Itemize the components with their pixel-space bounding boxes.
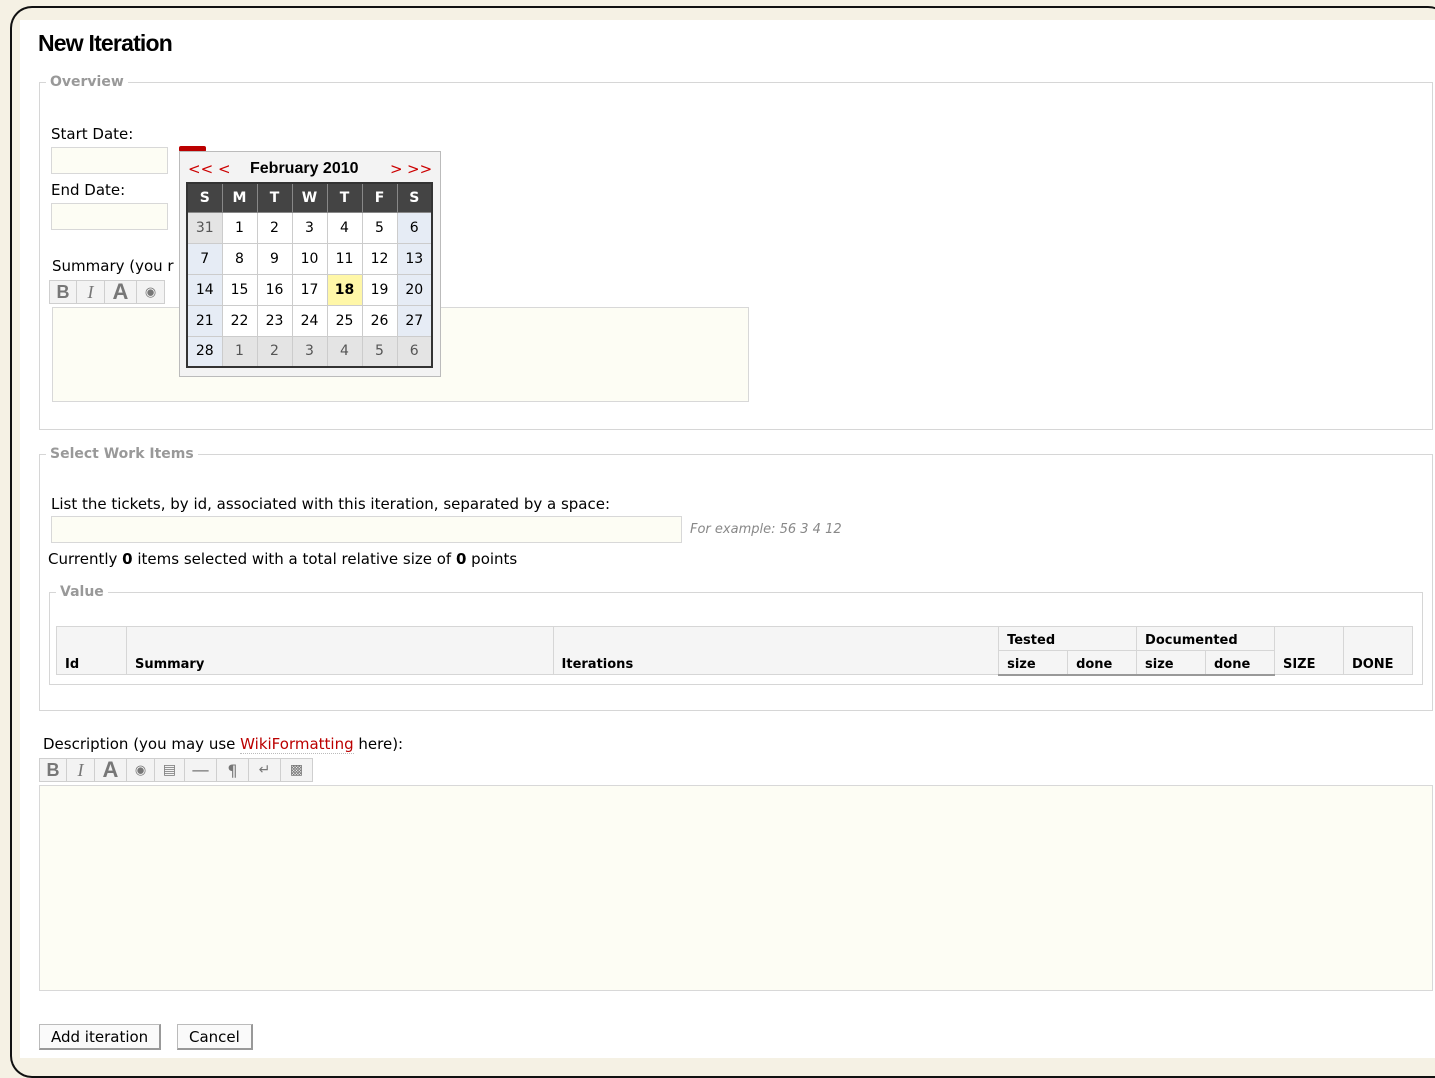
calendar-day[interactable]: 15 — [221, 273, 258, 306]
description-label: Description (you may use WikiFormatting … — [43, 735, 404, 754]
prev-year-button[interactable]: << — [188, 160, 213, 178]
calendar-day[interactable]: 2 — [256, 211, 293, 244]
weekday-header: F — [361, 182, 398, 213]
point-total: 0 — [455, 550, 467, 568]
col-done-total[interactable]: DONE — [1342, 626, 1414, 675]
tickets-input[interactable] — [51, 516, 682, 543]
calendar-day[interactable]: 12 — [361, 242, 398, 275]
calendar-day[interactable]: 11 — [326, 242, 363, 275]
calendar-day[interactable]: 23 — [256, 304, 293, 337]
calendar-day[interactable]: 9 — [256, 242, 293, 275]
work-items-table: Id Summary Iterations Tested Documented … — [56, 626, 1414, 676]
summary-label: Summary (you r — [52, 257, 174, 275]
wiki-formatting-link[interactable]: WikiFormatting — [240, 735, 354, 754]
line-break-icon[interactable]: ↵ — [249, 758, 281, 782]
weekday-header: M — [221, 182, 258, 213]
calendar-month-title: February 2010 — [250, 160, 359, 177]
value-legend: Value — [60, 584, 104, 600]
paragraph-icon[interactable]: ¶ — [217, 758, 249, 782]
description-toolbar: B I A ◉ ▤ — ¶ ↵ ▩ — [39, 757, 313, 782]
calendar-day[interactable]: 5 — [361, 335, 398, 368]
col-tested-size[interactable]: size — [998, 650, 1069, 676]
tickets-label: List the tickets, by id, associated with… — [51, 495, 611, 513]
image-icon[interactable]: ▩ — [281, 758, 313, 782]
weekday-header: T — [256, 182, 293, 213]
weekday-header: T — [326, 182, 363, 213]
italic-button[interactable]: I — [77, 280, 105, 304]
col-tested: Tested — [998, 626, 1138, 651]
calendar-day[interactable]: 14 — [186, 273, 223, 306]
calendar-day[interactable]: 26 — [361, 304, 398, 337]
calendar-day[interactable]: 22 — [221, 304, 258, 337]
col-summary[interactable]: Summary — [125, 626, 554, 675]
next-year-button[interactable]: >> — [407, 160, 432, 178]
col-id[interactable]: Id — [56, 626, 127, 675]
tickets-example: For example: 56 3 4 12 — [690, 522, 842, 537]
end-date-label: End Date: — [51, 181, 126, 199]
description-textarea[interactable] — [39, 785, 1433, 991]
page-title: New Iteration — [38, 30, 173, 56]
calendar-day[interactable]: 31 — [186, 211, 223, 244]
col-size-total[interactable]: SIZE — [1273, 626, 1344, 675]
calendar-day[interactable]: 18 — [326, 273, 363, 306]
add-iteration-button[interactable]: Add iteration — [39, 1024, 162, 1050]
cancel-button[interactable]: Cancel — [177, 1024, 253, 1050]
start-date-label: Start Date: — [51, 125, 134, 143]
calendar-day[interactable]: 8 — [221, 242, 258, 275]
work-items-legend: Select Work Items — [50, 446, 194, 462]
next-month-button[interactable]: > — [390, 160, 403, 178]
weekday-header: W — [291, 182, 328, 213]
calendar-grid: SMTWTFS 31 1 2 3 4 5 6 7 8 9 10 11 12 13 14 15 16 17 18 19 2… — [186, 182, 433, 368]
calendar-day[interactable]: 24 — [291, 304, 328, 337]
calendar-day[interactable]: 4 — [326, 211, 363, 244]
horizontal-rule-icon[interactable]: — — [185, 758, 217, 782]
calendar-popup: << < February 2010 > >> SMTWTFS 31 1 2 3 4 5 6… — [179, 151, 441, 377]
prev-month-button[interactable]: < — [218, 160, 231, 178]
calendar-day[interactable]: 2 — [256, 335, 293, 368]
calendar-day[interactable]: 19 — [361, 273, 398, 306]
calendar-day[interactable]: 5 — [361, 211, 398, 244]
heading-button[interactable]: A — [95, 757, 127, 782]
calendar-day[interactable]: 1 — [221, 211, 258, 244]
selection-summary: Currently 0 items selected with a total … — [48, 550, 518, 568]
link-icon[interactable]: ◉ — [137, 280, 165, 304]
calendar-day[interactable]: 13 — [396, 242, 433, 275]
heading-button[interactable]: A — [105, 279, 137, 304]
calendar-day[interactable]: 20 — [396, 273, 433, 306]
col-documented: Documented — [1136, 626, 1275, 651]
start-date-input[interactable] — [51, 147, 168, 174]
calendar-day[interactable]: 25 — [326, 304, 363, 337]
calendar-day[interactable]: 6 — [396, 335, 433, 368]
calendar-day[interactable]: 10 — [291, 242, 328, 275]
link-icon[interactable]: ◉ — [127, 758, 155, 782]
weekday-header: S — [186, 182, 223, 213]
italic-button[interactable]: I — [67, 758, 95, 782]
calendar-day[interactable]: 7 — [186, 242, 223, 275]
weekday-header: S — [396, 182, 433, 213]
calendar-day[interactable]: 3 — [291, 211, 328, 244]
calendar-day[interactable]: 6 — [396, 211, 433, 244]
overview-legend: Overview — [50, 74, 124, 90]
code-block-icon[interactable]: ▤ — [155, 758, 185, 782]
calendar-day[interactable]: 16 — [256, 273, 293, 306]
col-iterations[interactable]: Iterations — [552, 626, 1000, 675]
bold-button[interactable]: B — [49, 280, 77, 304]
col-documented-size[interactable]: size — [1136, 650, 1206, 676]
calendar-day[interactable]: 17 — [291, 273, 328, 306]
calendar-day[interactable]: 3 — [291, 335, 328, 368]
col-documented-done[interactable]: done — [1205, 650, 1275, 676]
calendar-day[interactable]: 4 — [326, 335, 363, 368]
end-date-input[interactable] — [51, 203, 168, 230]
bold-button[interactable]: B — [39, 758, 67, 782]
calendar-day[interactable]: 28 — [186, 335, 223, 368]
calendar-day[interactable]: 21 — [186, 304, 223, 337]
item-count: 0 — [122, 550, 133, 568]
calendar-day[interactable]: 1 — [221, 335, 258, 368]
summary-toolbar: B I A ◉ — [49, 279, 165, 304]
calendar-header: << < February 2010 > >> — [180, 160, 440, 180]
col-tested-done[interactable]: done — [1067, 650, 1138, 676]
calendar-day[interactable]: 27 — [396, 304, 433, 337]
